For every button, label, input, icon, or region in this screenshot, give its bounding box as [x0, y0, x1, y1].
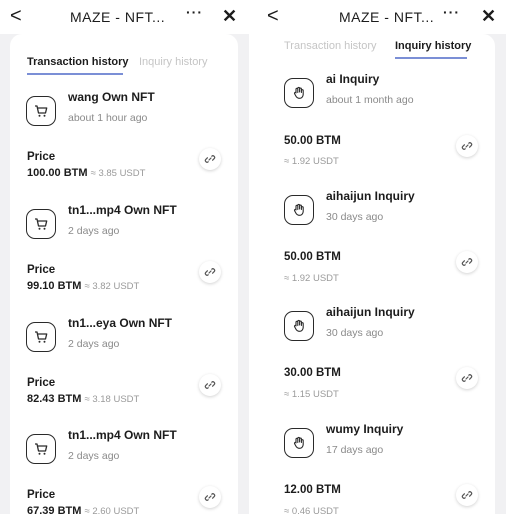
item-title: wang Own NFT [68, 90, 155, 104]
price-amount: 50.00 BTM [284, 251, 341, 263]
price-usdt: ≈ 1.92 USDT [284, 273, 339, 284]
item-time: 2 days ago [68, 338, 120, 350]
link-icon [204, 155, 216, 163]
price-usdt: ≈ 0.46 USDT [284, 506, 339, 514]
tab-inquiry-history[interactable]: Inquiry history [395, 40, 471, 52]
cart-icon [26, 96, 56, 126]
back-icon[interactable]: < [10, 6, 22, 26]
item-time: 30 days ago [326, 327, 384, 339]
link-button[interactable] [456, 367, 478, 389]
link-button[interactable] [456, 484, 478, 506]
link-icon [461, 142, 473, 150]
link-icon [461, 258, 473, 266]
history-card: Transaction history Inquiry history wang… [10, 34, 238, 514]
tab-underline [395, 57, 467, 59]
hand-icon [284, 428, 314, 458]
right-panel: < MAZE - NFT... ··· ✕ Transaction histor… [257, 0, 506, 514]
link-button[interactable] [199, 148, 221, 170]
close-icon[interactable]: ✕ [222, 7, 237, 25]
item-time: 2 days ago [68, 450, 120, 462]
price-label: Price [27, 377, 56, 389]
page-title: MAZE - NFT... [339, 9, 435, 25]
price-label: Price [27, 489, 56, 501]
item-title: tn1...mp4 Own NFT [68, 203, 177, 217]
price-amount: 30.00 BTM [284, 367, 341, 379]
price-amount: 82.43 BTM ≈ 3.18 USDT [27, 393, 140, 405]
hand-icon [284, 311, 314, 341]
link-button[interactable] [199, 261, 221, 283]
item-time: 30 days ago [326, 211, 384, 223]
link-button[interactable] [199, 486, 221, 508]
price-amount: 99.10 BTM ≈ 3.82 USDT [27, 280, 140, 292]
left-panel: < MAZE - NFT... ··· ✕ Transaction histor… [0, 0, 249, 514]
link-icon [461, 374, 473, 382]
cart-icon [26, 434, 56, 464]
tab-transaction-history[interactable]: Transaction history [27, 56, 128, 68]
item-title: aihaijun Inquiry [326, 305, 415, 319]
cart-icon [26, 322, 56, 352]
close-icon[interactable]: ✕ [481, 7, 496, 25]
hand-icon [284, 78, 314, 108]
item-time: about 1 month ago [326, 94, 414, 106]
price-usdt: ≈ 1.92 USDT [284, 156, 339, 167]
price-amount: 100.00 BTM ≈ 3.85 USDT [27, 167, 146, 179]
cart-icon [26, 209, 56, 239]
link-icon [204, 268, 216, 276]
panel-divider [249, 0, 257, 514]
item-title: ai Inquiry [326, 72, 380, 86]
price-label: Price [27, 264, 56, 276]
item-time: 2 days ago [68, 225, 120, 237]
top-bar: < MAZE - NFT... ··· ✕ [257, 0, 506, 34]
page-title: MAZE - NFT... [70, 9, 166, 25]
tab-bar: Transaction history Inquiry history [27, 56, 237, 76]
more-icon[interactable]: ··· [186, 4, 203, 20]
item-time: about 1 hour ago [68, 112, 148, 124]
tab-transaction-history[interactable]: Transaction history [284, 40, 377, 52]
item-time: 17 days ago [326, 444, 384, 456]
item-title: tn1...mp4 Own NFT [68, 428, 177, 442]
more-icon[interactable]: ··· [443, 4, 460, 20]
link-icon [461, 491, 473, 499]
link-button[interactable] [456, 135, 478, 157]
hand-icon [284, 195, 314, 225]
item-title: tn1...eya Own NFT [68, 316, 173, 330]
price-label: Price [27, 151, 56, 163]
link-icon [204, 381, 216, 389]
tab-underline [27, 73, 123, 75]
back-icon[interactable]: < [267, 6, 279, 26]
price-amount: 50.00 BTM [284, 135, 341, 147]
item-title: aihaijun Inquiry [326, 189, 415, 203]
top-bar: < MAZE - NFT... ··· ✕ [0, 0, 249, 34]
item-title: wumy Inquiry [326, 422, 404, 436]
link-button[interactable] [199, 374, 221, 396]
link-button[interactable] [456, 251, 478, 273]
history-card: Transaction history Inquiry history ai I… [257, 34, 495, 514]
tab-inquiry-history[interactable]: Inquiry history [139, 56, 207, 68]
price-amount: 67.39 BTM ≈ 2.60 USDT [27, 505, 140, 514]
price-usdt: ≈ 1.15 USDT [284, 389, 339, 400]
link-icon [204, 493, 216, 501]
price-amount: 12.00 BTM [284, 484, 341, 496]
tab-bar: Transaction history Inquiry history [284, 40, 494, 60]
